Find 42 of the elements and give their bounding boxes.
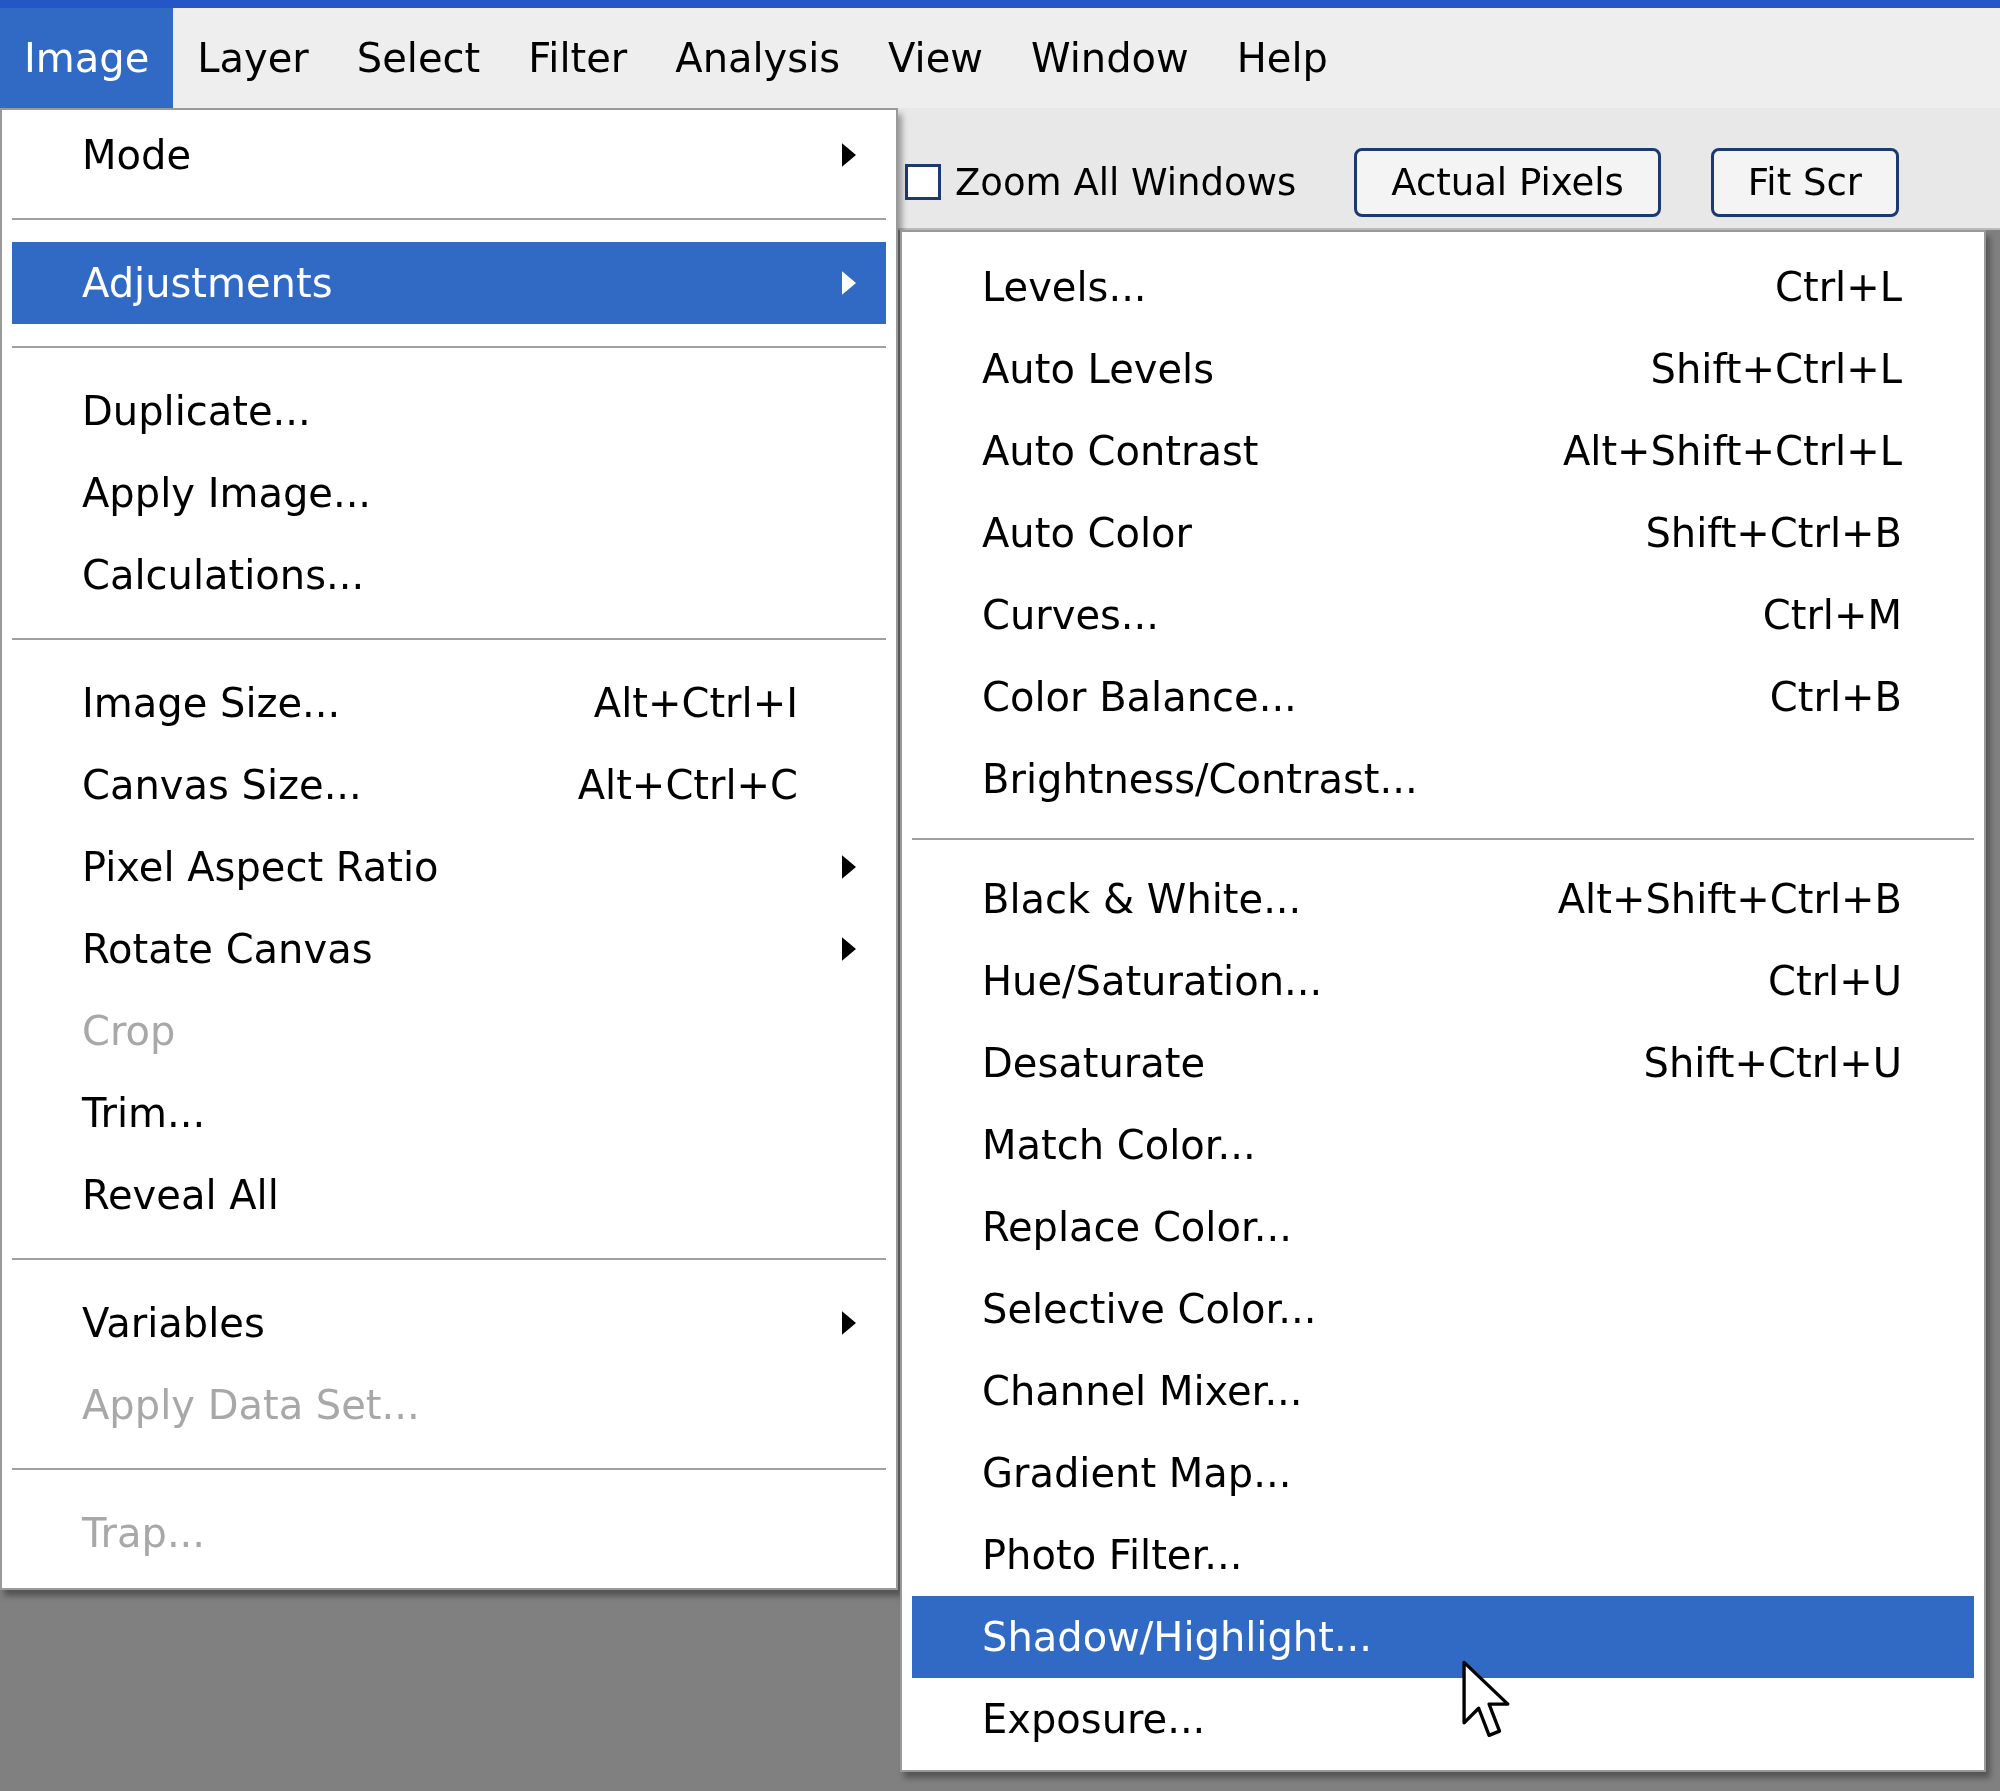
menu-bar-item[interactable]: Window xyxy=(1007,8,1213,108)
menu-item[interactable]: Auto Levels Shift+Ctrl+L xyxy=(912,328,1974,410)
menu-item[interactable]: Exposure... xyxy=(912,1678,1974,1760)
menu-item[interactable]: Trim... xyxy=(12,1072,886,1154)
menu-item[interactable]: Gradient Map... xyxy=(912,1432,1974,1514)
menu-bar-item[interactable]: View xyxy=(864,8,1007,108)
checkbox-label: Zoom All Windows xyxy=(955,160,1297,204)
menu-item[interactable]: Duplicate... xyxy=(12,370,886,452)
menu-item[interactable]: Photo Filter... xyxy=(912,1514,1974,1596)
menu-item[interactable]: Match Color... xyxy=(912,1104,1974,1186)
menu-item[interactable]: Shadow/Highlight... xyxy=(912,1596,1974,1678)
menu-item[interactable]: Levels... Ctrl+L xyxy=(912,246,1974,328)
menu-bar-item[interactable]: Filter xyxy=(504,8,652,108)
menu-bar-item[interactable]: Select xyxy=(332,8,505,108)
menu-item[interactable]: Pixel Aspect Ratio xyxy=(12,826,886,908)
menu-item[interactable]: Channel Mixer... xyxy=(912,1350,1974,1432)
menu-item[interactable]: Apply Image... xyxy=(12,452,886,534)
menu-item[interactable]: Image Size... Alt+Ctrl+I xyxy=(12,662,886,744)
menu-bar-item[interactable]: Layer xyxy=(173,8,333,108)
menu-item[interactable]: Hue/Saturation... Ctrl+U xyxy=(912,940,1974,1022)
toolbar-button[interactable]: Actual Pixels xyxy=(1354,147,1661,217)
menu-item[interactable]: Canvas Size... Alt+Ctrl+C xyxy=(12,744,886,826)
menu-item[interactable]: Desaturate Shift+Ctrl+U xyxy=(912,1022,1974,1104)
menu-item[interactable]: Auto Color Shift+Ctrl+B xyxy=(912,492,1974,574)
toolbar-button[interactable]: Fit Scr xyxy=(1710,147,1899,217)
menu-item[interactable]: Selective Color... xyxy=(912,1268,1974,1350)
menu-item[interactable]: Adjustments xyxy=(12,242,886,324)
menu-item[interactable]: Brightness/Contrast... xyxy=(912,738,1974,820)
menu-item[interactable]: Black & White... Alt+Shift+Ctrl+B xyxy=(912,858,1974,940)
menu-item[interactable]: Color Balance... Ctrl+B xyxy=(912,656,1974,738)
menu-item[interactable]: Auto Contrast Alt+Shift+Ctrl+L xyxy=(912,410,1974,492)
menu-item[interactable]: Mode xyxy=(12,114,886,196)
menu-bar-item[interactable]: Analysis xyxy=(651,8,865,108)
menu-item[interactable]: Replace Color... xyxy=(912,1186,1974,1268)
menu-bar-item[interactable]: Image xyxy=(0,8,174,108)
menu-item[interactable]: Calculations... xyxy=(12,534,886,616)
menu-bar-item[interactable]: Help xyxy=(1212,8,1352,108)
menu-item[interactable]: Variables xyxy=(12,1282,886,1364)
menu-item[interactable]: Reveal All xyxy=(12,1154,886,1236)
menu-item[interactable]: Rotate Canvas xyxy=(12,908,886,990)
checkbox[interactable] xyxy=(905,164,941,200)
menu-item[interactable]: Curves... Ctrl+M xyxy=(912,574,1974,656)
